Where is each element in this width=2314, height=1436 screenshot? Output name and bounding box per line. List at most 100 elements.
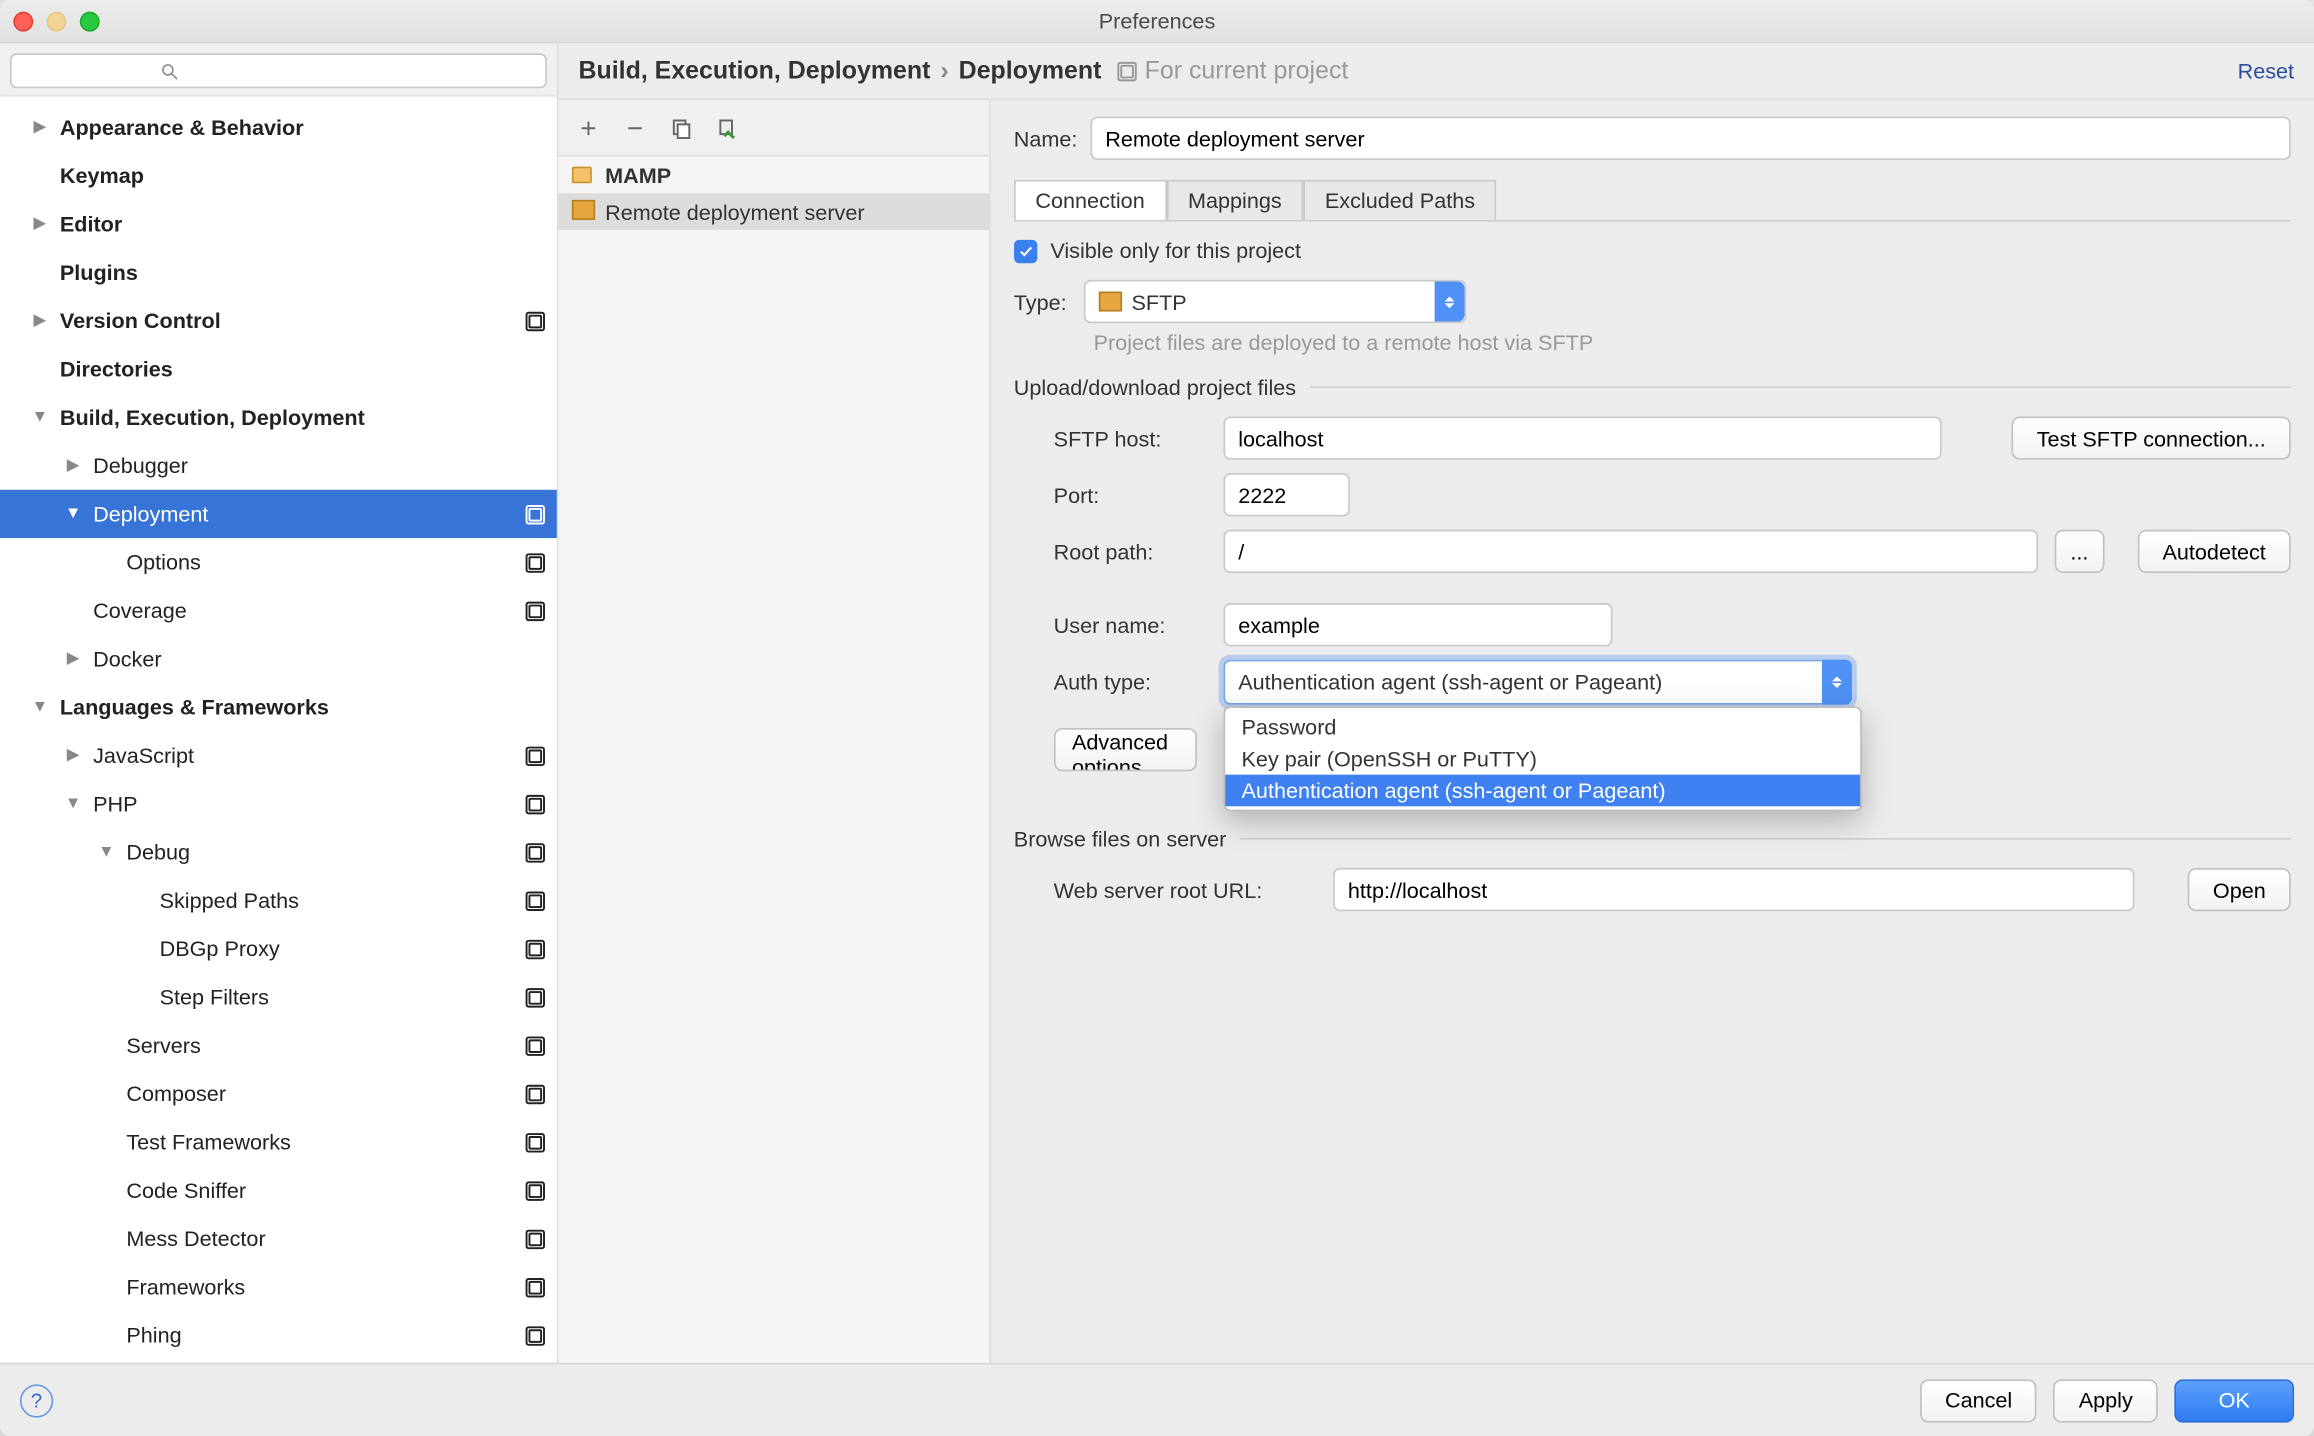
project-scope-icon: [524, 792, 547, 815]
name-label: Name:: [1014, 126, 1090, 151]
tree-item[interactable]: Mess Detector: [0, 1214, 557, 1262]
local-server-icon: [572, 163, 595, 186]
tree-item[interactable]: Servers: [0, 1021, 557, 1069]
server-item[interactable]: Remote deployment server: [559, 193, 989, 230]
tree-item[interactable]: DBGp Proxy: [0, 925, 557, 973]
tree-item[interactable]: ▼PHP: [0, 780, 557, 828]
tabs: ConnectionMappingsExcluded Paths: [1014, 180, 2291, 220]
remove-server-button[interactable]: [618, 111, 651, 144]
browse-path-button[interactable]: ...: [2054, 530, 2104, 573]
test-connection-button[interactable]: Test SFTP connection...: [2012, 416, 2291, 459]
search-container: [0, 43, 557, 96]
project-scope-icon: [524, 551, 547, 574]
project-scope-icon: [524, 599, 547, 622]
tree-item-label: Editor: [50, 212, 547, 237]
tree-item[interactable]: ▼Build, Execution, Deployment: [0, 393, 557, 441]
tree-item-label: Phing: [116, 1323, 523, 1348]
auth-option[interactable]: Authentication agent (ssh-agent or Pagea…: [1225, 775, 1860, 807]
tree-item[interactable]: Phing: [0, 1311, 557, 1359]
project-scope-icon: [524, 937, 547, 960]
tree-item[interactable]: ▶Appearance & Behavior: [0, 103, 557, 151]
tree-item-label: Appearance & Behavior: [50, 115, 547, 140]
root-label: Root path:: [1054, 539, 1207, 564]
tree-item[interactable]: Composer: [0, 1070, 557, 1118]
cancel-button[interactable]: Cancel: [1920, 1379, 2037, 1422]
webserver-url-input[interactable]: [1333, 868, 2135, 911]
tree-item[interactable]: Test Frameworks: [0, 1118, 557, 1166]
copy-server-button[interactable]: [665, 111, 698, 144]
tree-item[interactable]: ▼Debug: [0, 828, 557, 876]
tree-item[interactable]: Code Sniffer: [0, 1166, 557, 1214]
tree-item[interactable]: Options: [0, 538, 557, 586]
server-item-label: MAMP: [605, 162, 671, 187]
advanced-options-button[interactable]: Advanced options...: [1054, 728, 1197, 771]
host-label: SFTP host:: [1054, 426, 1207, 451]
tree-item-label: Servers: [116, 1033, 523, 1058]
tree-item[interactable]: Skipped Paths: [0, 876, 557, 924]
window-title: Preferences: [0, 8, 2314, 33]
type-select[interactable]: SFTP: [1083, 280, 1465, 323]
tree-item-label: DBGp Proxy: [150, 936, 524, 961]
open-url-button[interactable]: Open: [2188, 868, 2291, 911]
chevron-updown-icon: [1822, 660, 1852, 705]
tree-item[interactable]: Directories: [0, 345, 557, 393]
breadcrumb: Build, Execution, Deployment › Deploymen…: [559, 43, 2314, 100]
tree-item[interactable]: ▼Languages & Frameworks: [0, 683, 557, 731]
ok-button[interactable]: OK: [2174, 1379, 2294, 1422]
tree-item[interactable]: Step Filters: [0, 973, 557, 1021]
host-input[interactable]: [1223, 416, 1941, 459]
auth-type-select[interactable]: Authentication agent (ssh-agent or Pagea…: [1223, 660, 1851, 705]
tab-excluded-paths[interactable]: Excluded Paths: [1303, 180, 1496, 220]
tree-item-label: Options: [116, 550, 523, 575]
type-help: Project files are deployed to a remote h…: [1094, 330, 2291, 355]
tree-item[interactable]: ▶Editor: [0, 200, 557, 248]
project-scope-icon: [524, 1082, 547, 1105]
set-default-server-button[interactable]: [711, 111, 744, 144]
servers-list[interactable]: MAMP Remote deployment server: [559, 157, 989, 1363]
add-server-button[interactable]: [572, 111, 605, 144]
tree-item[interactable]: ▶Debugger: [0, 441, 557, 489]
search-input[interactable]: [10, 53, 547, 88]
tree-item-label: Debugger: [83, 453, 547, 478]
tree-item[interactable]: ▶JavaScript: [0, 731, 557, 779]
tree-item-label: Coverage: [83, 598, 524, 623]
tree-item-label: Docker: [83, 646, 547, 671]
port-input[interactable]: [1223, 473, 1349, 516]
tree-item[interactable]: Frameworks: [0, 1263, 557, 1311]
tree-item-label: Deployment: [83, 501, 524, 526]
settings-tree[interactable]: ▶Appearance & BehaviorKeymap▶EditorPlugi…: [0, 97, 557, 1363]
apply-button[interactable]: Apply: [2054, 1379, 2158, 1422]
tab-mappings[interactable]: Mappings: [1166, 180, 1303, 220]
project-scope-icon: [524, 1034, 547, 1057]
project-scope-icon: [524, 1324, 547, 1347]
browse-group-title: Browse files on server: [1014, 826, 2291, 851]
tree-item[interactable]: ▶Version Control: [0, 297, 557, 345]
tree-item[interactable]: ▼Deployment: [0, 490, 557, 538]
server-item[interactable]: MAMP: [559, 157, 989, 194]
port-label: Port:: [1054, 482, 1207, 507]
project-scope-icon: [524, 309, 547, 332]
tab-connection[interactable]: Connection: [1014, 180, 1167, 220]
breadcrumb-hint: For current project: [1145, 57, 1349, 85]
server-name-input[interactable]: [1090, 117, 2290, 160]
tree-item-label: Composer: [116, 1081, 523, 1106]
tree-item[interactable]: Plugins: [0, 248, 557, 296]
help-icon[interactable]: ?: [20, 1384, 53, 1417]
visible-only-checkbox[interactable]: [1014, 239, 1037, 262]
root-path-input[interactable]: [1223, 530, 2038, 573]
search-icon: [159, 61, 179, 81]
auth-option[interactable]: Key pair (OpenSSH or PuTTY): [1225, 743, 1860, 775]
auth-label: Auth type:: [1054, 670, 1207, 695]
auth-option[interactable]: Password: [1225, 711, 1860, 743]
tree-item[interactable]: ▶Docker: [0, 635, 557, 683]
project-scope-icon: [524, 1130, 547, 1153]
reset-link[interactable]: Reset: [2238, 58, 2294, 83]
tree-item[interactable]: Coverage: [0, 586, 557, 634]
autodetect-button[interactable]: Autodetect: [2138, 530, 2291, 573]
tree-item[interactable]: Keymap: [0, 152, 557, 200]
tree-item-label: Frameworks: [116, 1274, 523, 1299]
type-value: SFTP: [1131, 289, 1186, 314]
tree-item-label: Version Control: [50, 308, 524, 333]
tree-item-label: Debug: [116, 840, 523, 865]
username-input[interactable]: [1223, 603, 1612, 646]
